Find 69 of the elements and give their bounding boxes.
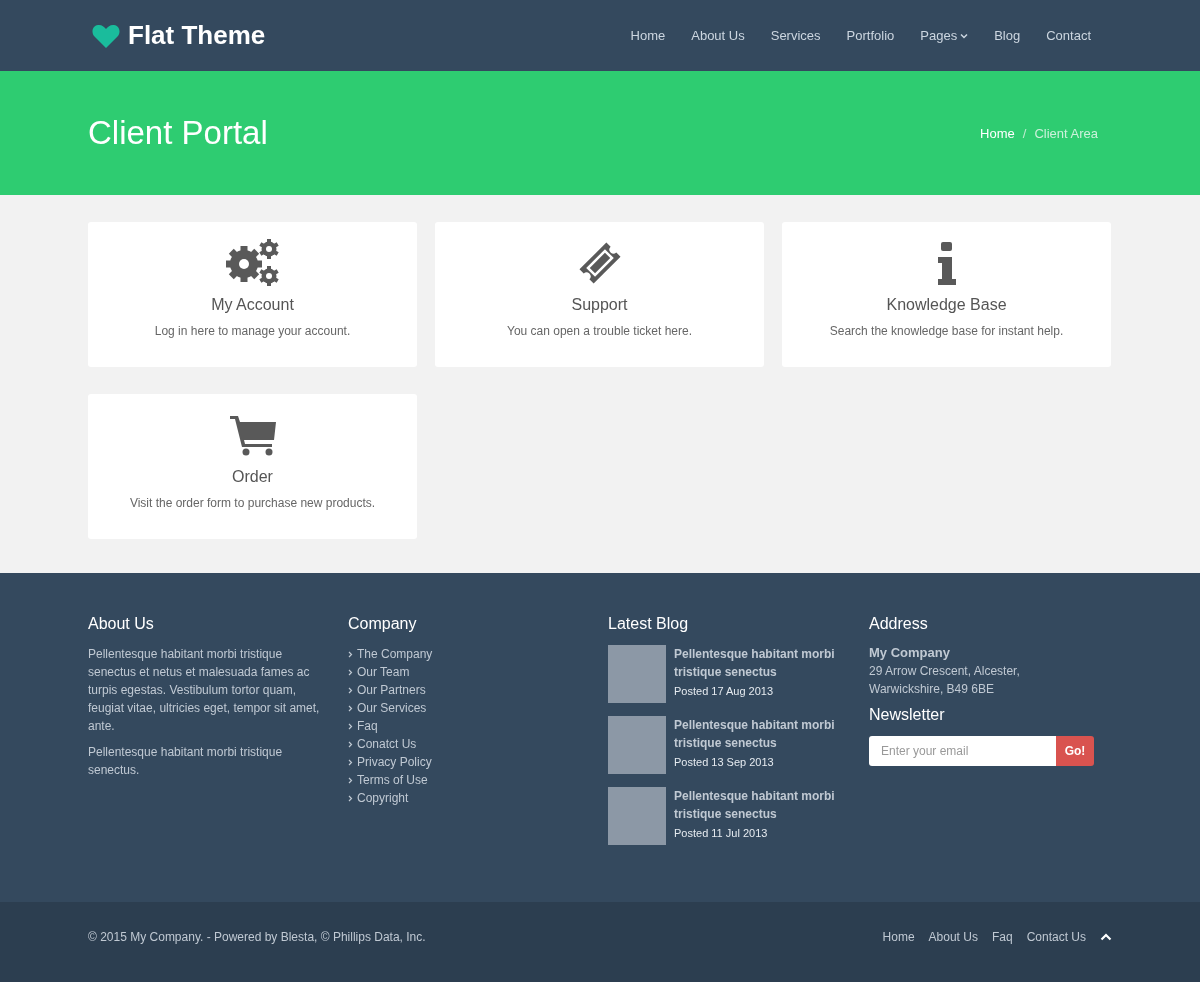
copyright-text: © 2015 My Company. - Powered by Blesta, © Phillips Data, Inc.	[88, 930, 426, 944]
chevron-right-icon	[348, 704, 353, 712]
chevron-right-icon	[348, 794, 353, 802]
chevron-right-icon	[348, 758, 353, 766]
card-title: My Account	[211, 296, 294, 314]
footer-heading: Company	[348, 615, 418, 633]
portal-card[interactable]: My Account Log in here to manage your account.	[88, 222, 417, 367]
footer-link[interactable]: Our Team	[357, 665, 410, 679]
post-date: Posted 13 Sep 2013	[674, 756, 775, 768]
blog-post-link[interactable]: Pellentesque habitant morbi tristique senectus	[674, 645, 851, 681]
card-description: You can open a trouble ticket here.	[507, 324, 692, 338]
card-title: Support	[571, 296, 628, 314]
footer-link[interactable]: About Us	[928, 930, 978, 944]
chevron-up-icon[interactable]	[1100, 933, 1112, 941]
nav-link[interactable]: Blog	[981, 28, 1034, 43]
footer-heading: About Us	[88, 615, 155, 633]
nav-link[interactable]: Contact	[1033, 28, 1104, 43]
address-text: 29 Arrow Crescent, Alcester, Warwickshire, B49 6BE	[869, 663, 1021, 698]
card-description: Log in here to manage your account.	[154, 324, 351, 338]
chevron-right-icon	[348, 740, 353, 748]
email-field[interactable]: Enter your email	[869, 736, 1056, 766]
photo-placeholder	[608, 787, 666, 845]
footer-link[interactable]: Home	[882, 930, 915, 944]
photo-placeholder	[608, 645, 666, 703]
portal-card[interactable]: Knowledge Base Search the knowledge base for instant help.	[782, 222, 1111, 367]
footer-link[interactable]: Faq	[991, 930, 1013, 944]
card-description: Visit the order form to purchase new products.	[129, 496, 376, 510]
card-title: Knowledge Base	[886, 296, 1007, 314]
post-date: Posted 11 Jul 2013	[674, 827, 769, 839]
post-date: Posted 17 Aug 2013	[674, 685, 775, 697]
chevron-right-icon	[348, 650, 353, 658]
footer-link[interactable]: Copyright	[357, 791, 409, 805]
chevron-right-icon	[348, 668, 353, 676]
nav-link[interactable]: Pages	[907, 28, 982, 43]
footer-link[interactable]: Contact Us	[1026, 930, 1086, 944]
footer-link[interactable]: Terms of Use	[357, 773, 428, 787]
blog-post-link[interactable]: Pellentesque habitant morbi tristique senectus	[674, 716, 851, 752]
nav-link[interactable]: Portfolio	[833, 28, 908, 43]
chevron-down-icon	[960, 32, 969, 39]
gears-icon	[224, 238, 281, 288]
nav-link[interactable]: Home	[617, 28, 679, 43]
heart-icon	[92, 23, 120, 48]
footer-link[interactable]: Our Services	[357, 701, 427, 715]
company-name: My Company	[869, 645, 951, 660]
portal-card[interactable]: Order Visit the order form to purchase new products.	[88, 394, 417, 539]
footer-link[interactable]: The Company	[357, 647, 433, 661]
portal-card[interactable]: Support You can open a trouble ticket here.	[435, 222, 764, 367]
footer-link[interactable]: Our Partners	[357, 683, 426, 697]
breadcrumb-separator: /	[1022, 125, 1027, 141]
page-title: Client Portal	[88, 114, 268, 152]
footer-heading: Latest Blog	[608, 615, 690, 633]
footer-link[interactable]: Privacy Policy	[357, 755, 432, 769]
photo-placeholder	[608, 716, 666, 774]
chevron-right-icon	[348, 776, 353, 784]
about-paragraph: Pellentesque habitant morbi tristique senectus et netus et malesuada fames ac turpis egestas. Vestibulum tortor quam, feugiat vitae, ultricies eget, tempor sit amet, ante.	[88, 646, 321, 735]
blog-post-link[interactable]: Pellentesque habitant morbi tristique senectus	[674, 787, 851, 823]
about-paragraph: Pellentesque habitant morbi tristique senectus.	[88, 744, 284, 779]
footer-link[interactable]: Conatct Us	[357, 737, 417, 751]
subscribe-button[interactable]: Go!	[1056, 736, 1094, 766]
footer-heading: Newsletter	[869, 706, 946, 724]
chevron-right-icon	[348, 722, 353, 730]
footer-heading: Address	[869, 615, 929, 633]
chevron-right-icon	[348, 686, 353, 694]
footer-link[interactable]: Faq	[357, 719, 378, 733]
site-logo[interactable]: Flat Theme	[128, 20, 266, 51]
nav-link[interactable]: About Us	[678, 28, 758, 43]
card-description: Search the knowledge base for instant help.	[829, 324, 1064, 338]
nav-link[interactable]: Services	[757, 28, 834, 43]
card-title: Order	[232, 468, 273, 486]
